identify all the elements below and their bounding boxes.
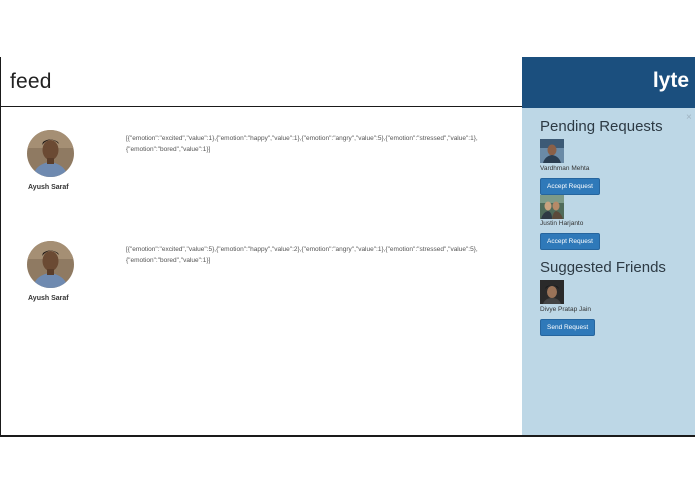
suggested-friends-title: Suggested Friends <box>540 259 666 276</box>
post-author[interactable]: Ayush Saraf <box>28 184 69 191</box>
friends-sidebar: lyte × Pending Requests Vardhman Mehta A… <box>522 57 695 435</box>
feed-post: Ayush Saraf [{"emotion":"excited","value… <box>1 241 523 321</box>
avatar <box>540 139 564 163</box>
feed-header: feed <box>1 57 523 107</box>
accept-request-button[interactable]: Accept Request <box>540 178 600 195</box>
brand-logo[interactable]: lyte <box>653 69 689 93</box>
brand-bar: lyte <box>522 57 695 108</box>
post-content: [{"emotion":"excited","value":5},{"emoti… <box>126 246 478 264</box>
post-content: [{"emotion":"excited","value":1},{"emoti… <box>126 135 478 153</box>
pending-requests-title: Pending Requests <box>540 118 663 135</box>
avatar <box>540 195 564 219</box>
close-icon[interactable]: × <box>686 112 692 123</box>
avatar[interactable] <box>27 130 74 177</box>
pending-request-name: Justin Harjanto <box>540 220 584 227</box>
avatar <box>540 280 564 304</box>
feed-post: Ayush Saraf [{"emotion":"excited","value… <box>1 130 523 210</box>
page-title: feed <box>10 70 52 93</box>
feed-panel: feed Ayush Saraf [{"emotion":"excited","… <box>0 57 523 435</box>
accept-request-button[interactable]: Accept Request <box>540 233 600 250</box>
suggested-friend-name: Divye Pratap Jain <box>540 306 591 313</box>
post-author[interactable]: Ayush Saraf <box>28 295 69 302</box>
app-window: feed Ayush Saraf [{"emotion":"excited","… <box>0 57 695 437</box>
avatar[interactable] <box>27 241 74 288</box>
pending-request-name: Vardhman Mehta <box>540 165 590 172</box>
send-request-button[interactable]: Send Request <box>540 319 596 336</box>
